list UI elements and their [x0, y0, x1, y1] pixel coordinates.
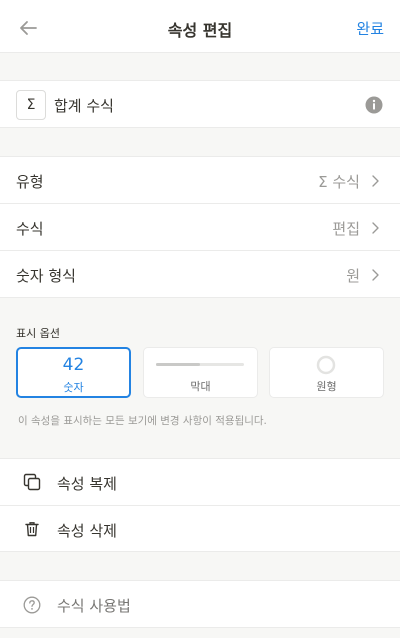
property-name-field[interactable]: 합계 수식 — [54, 95, 114, 116]
action-label: 속성 삭제 — [57, 522, 117, 540]
property-type-icon-button[interactable]: Σ — [16, 90, 46, 120]
chevron-right-icon — [372, 222, 379, 234]
settings-row-type[interactable]: 유형 Σ 수식 — [0, 157, 400, 204]
help-label: 수식 사용법 — [57, 597, 131, 615]
property-settings-group: 유형 Σ 수식 수식 편집 숫자 형식 원 — [0, 156, 400, 298]
done-button[interactable]: 완료 — [356, 18, 384, 39]
row-label: 유형 — [16, 173, 44, 191]
row-label: 숫자 형식 — [16, 267, 76, 285]
row-value: 편집 — [332, 220, 360, 238]
property-name-row: Σ 합계 수식 — [0, 80, 400, 128]
formula-help-button[interactable]: 수식 사용법 — [0, 580, 400, 628]
display-option-ring[interactable]: 원형 — [269, 347, 384, 398]
row-value: 원 — [346, 267, 360, 285]
option-caption: 원형 — [316, 380, 337, 393]
settings-row-number-format[interactable]: 숫자 형식 원 — [0, 251, 400, 298]
bar-preview-fill — [156, 363, 200, 366]
property-actions-group: 속성 복제 속성 삭제 — [0, 458, 400, 552]
action-label: 속성 복제 — [57, 475, 117, 493]
option-caption: 숫자 — [63, 381, 84, 394]
duplicate-icon — [23, 473, 41, 491]
duplicate-property-button[interactable]: 속성 복제 — [0, 459, 400, 506]
question-circle-icon — [23, 596, 41, 614]
row-value: Σ 수식 — [318, 173, 360, 191]
page-title: 속성 편집 — [167, 21, 233, 40]
settings-row-formula[interactable]: 수식 편집 — [0, 204, 400, 251]
number-sample: 42 — [62, 355, 85, 375]
display-option-number[interactable]: 42 숫자 — [16, 347, 131, 398]
bar-preview — [156, 363, 244, 366]
delete-property-button[interactable]: 속성 삭제 — [0, 506, 400, 553]
row-label: 수식 — [16, 220, 44, 238]
info-icon[interactable] — [365, 96, 383, 114]
display-option-bar[interactable]: 막대 — [143, 347, 258, 398]
trash-icon — [25, 522, 39, 537]
chevron-right-icon — [372, 175, 379, 187]
header-bar: 속성 편집 완료 — [0, 0, 400, 53]
display-options-section: 표시 옵션 42 숫자 막대 원형 이 속성을 표시하는 모든 보기에 변경 사… — [0, 298, 400, 458]
display-options-note: 이 속성을 표시하는 모든 보기에 변경 사항이 적용됩니다. — [18, 415, 267, 427]
display-options-label: 표시 옵션 — [16, 327, 60, 340]
option-caption: 막대 — [190, 380, 211, 393]
chevron-right-icon — [372, 269, 379, 281]
ring-preview-icon — [316, 355, 336, 375]
